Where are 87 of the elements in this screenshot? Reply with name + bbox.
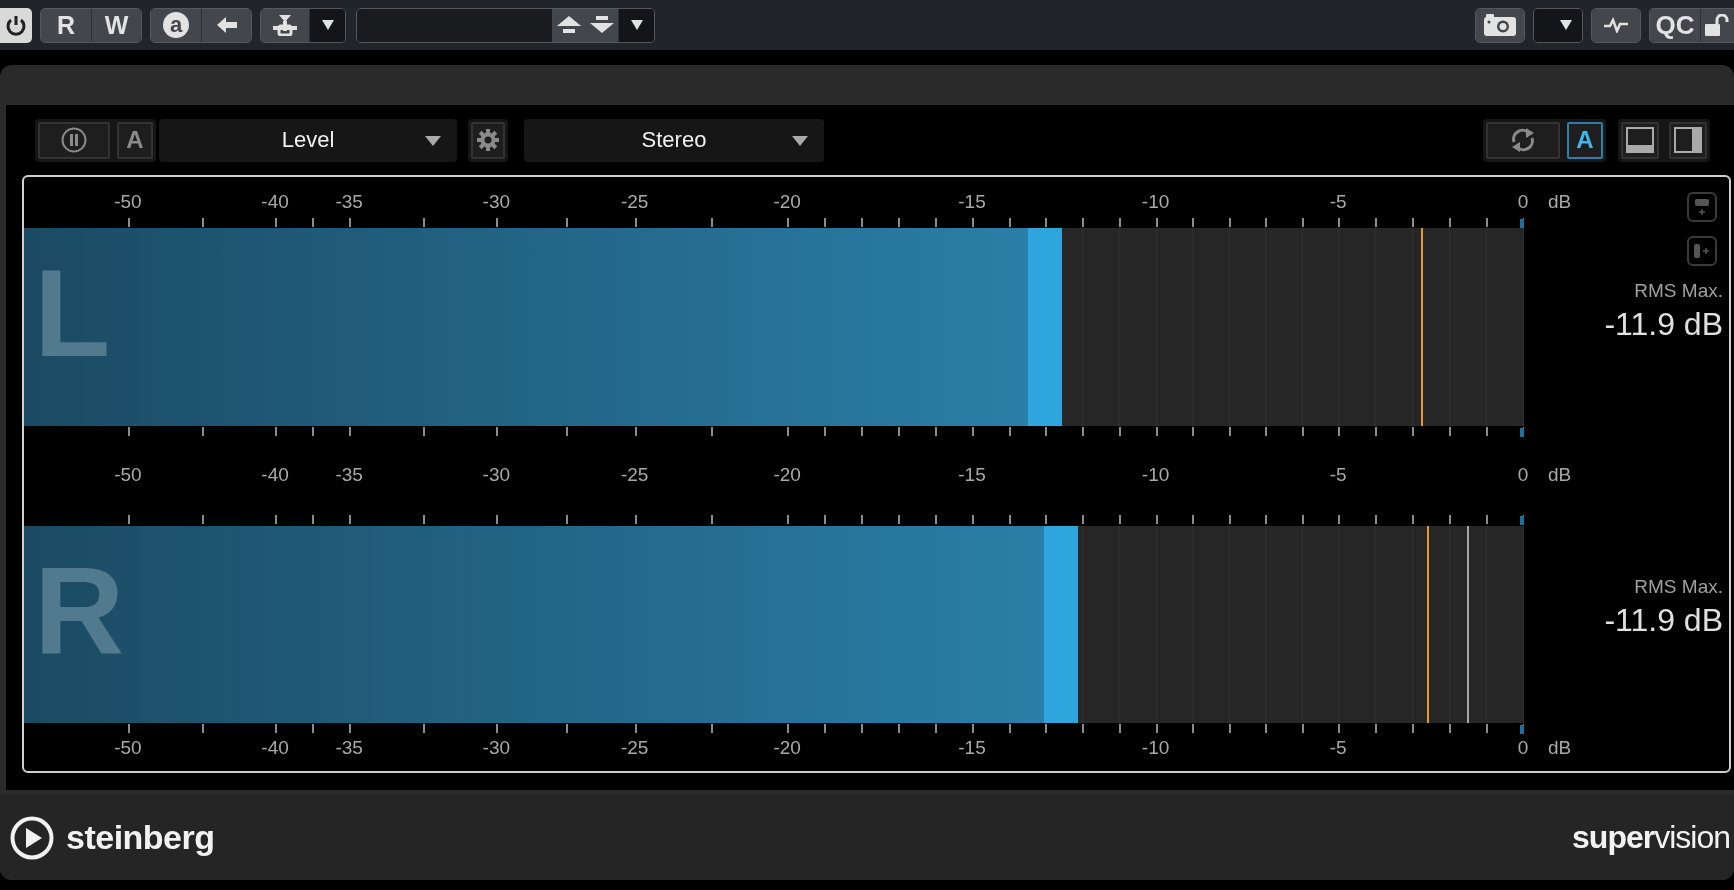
arrow-left-icon [216, 17, 237, 33]
scale-label: -10 [1141, 191, 1170, 213]
scale-label: -5 [1329, 737, 1347, 759]
scale-label: -15 [958, 737, 986, 759]
scale-label: -5 [1329, 464, 1347, 486]
scale-label: -50 [114, 464, 142, 486]
pause-icon [61, 127, 87, 153]
auto-button[interactable]: A [1567, 121, 1603, 159]
pause-button[interactable] [38, 121, 110, 159]
scale-label: -35 [335, 191, 363, 213]
automation-glyph: a [163, 12, 189, 38]
scale-label: 0 [1517, 737, 1529, 759]
back-button[interactable] [201, 8, 251, 42]
scale-label: -15 [958, 191, 986, 213]
play-logo-icon [10, 815, 54, 860]
side-panel-icon [1674, 127, 1702, 153]
power-icon [5, 14, 27, 36]
product-name: supervision [1572, 819, 1730, 856]
readout-label: RMS Max. [1634, 576, 1723, 598]
monitor-button[interactable] [1592, 8, 1640, 42]
sync-icon [1509, 127, 1537, 153]
scale-label: -20 [773, 191, 801, 213]
side-panel-button[interactable] [1669, 121, 1707, 159]
lock-button[interactable] [1700, 8, 1734, 42]
caret-icon [425, 135, 441, 146]
punch-button[interactable] [261, 8, 309, 42]
qc-button[interactable]: QC [1650, 8, 1700, 42]
bottom-panel-icon [1626, 127, 1654, 153]
scale-label: -15 [958, 464, 986, 486]
scale-label: -50 [114, 191, 142, 213]
scale-label: 0 [1517, 191, 1529, 213]
scale-label: 0 [1517, 464, 1529, 486]
power-button[interactable] [0, 7, 32, 43]
scale-label: -25 [620, 191, 649, 213]
scale-label: -5 [1329, 191, 1347, 213]
up-arrow-icon [556, 16, 581, 34]
automation-button[interactable]: a [151, 8, 201, 42]
scale-label: -40 [261, 737, 289, 759]
scale-label: -30 [482, 464, 511, 486]
dropdown-button[interactable] [618, 8, 654, 42]
readout-value: -11.9 dB [1604, 306, 1723, 343]
scale-label: -10 [1141, 464, 1170, 486]
scale-label: -20 [773, 737, 801, 759]
caret-icon [630, 20, 643, 30]
move-down-button[interactable] [585, 8, 618, 42]
add-column-icon [1693, 242, 1711, 260]
add-row-button[interactable] [1687, 192, 1717, 222]
dropdown-button[interactable] [1534, 8, 1582, 42]
scale-label: -30 [482, 737, 511, 759]
dropdown-button[interactable] [309, 8, 345, 42]
scale-label: -30 [482, 191, 511, 213]
read-button[interactable]: R [41, 8, 91, 42]
scale-label: -25 [620, 464, 649, 486]
scale-label: -50 [114, 737, 142, 759]
mode-dropdown[interactable]: Level [159, 118, 457, 162]
scale-label: -40 [261, 191, 289, 213]
snapshot-button[interactable] [1476, 8, 1524, 42]
scale-label: -10 [1141, 737, 1170, 759]
channel-dropdown[interactable]: Stereo [524, 118, 824, 162]
camera-icon [1484, 14, 1516, 36]
add-row-icon [1693, 198, 1711, 216]
insert-icon [272, 14, 298, 36]
scale-label: -40 [261, 464, 289, 486]
caret-icon [321, 20, 334, 30]
move-up-button[interactable] [552, 8, 585, 42]
position-field[interactable] [356, 7, 655, 43]
waveform-icon [1604, 17, 1628, 33]
scale-label: -20 [773, 464, 801, 486]
caret-icon [792, 135, 808, 146]
sync-button[interactable] [1486, 121, 1560, 159]
settings-button[interactable] [471, 121, 505, 159]
unit-label: dB [1548, 464, 1572, 486]
add-column-button[interactable] [1687, 236, 1717, 266]
scale-label: -25 [620, 737, 649, 759]
unit-label: dB [1548, 737, 1572, 759]
readout-value: -11.9 dB [1604, 602, 1723, 639]
scale-label: -35 [335, 464, 363, 486]
write-button[interactable]: W [91, 8, 141, 42]
caret-icon [1560, 20, 1572, 30]
lock-icon [1705, 14, 1729, 36]
scale-label: -35 [335, 737, 363, 759]
brand-name: steinberg [66, 818, 215, 857]
auto-button[interactable]: A [117, 121, 153, 159]
unit-label: dB [1548, 191, 1572, 213]
down-arrow-icon [589, 16, 614, 34]
bottom-panel-button[interactable] [1621, 121, 1659, 159]
readout-label: RMS Max. [1634, 280, 1723, 302]
